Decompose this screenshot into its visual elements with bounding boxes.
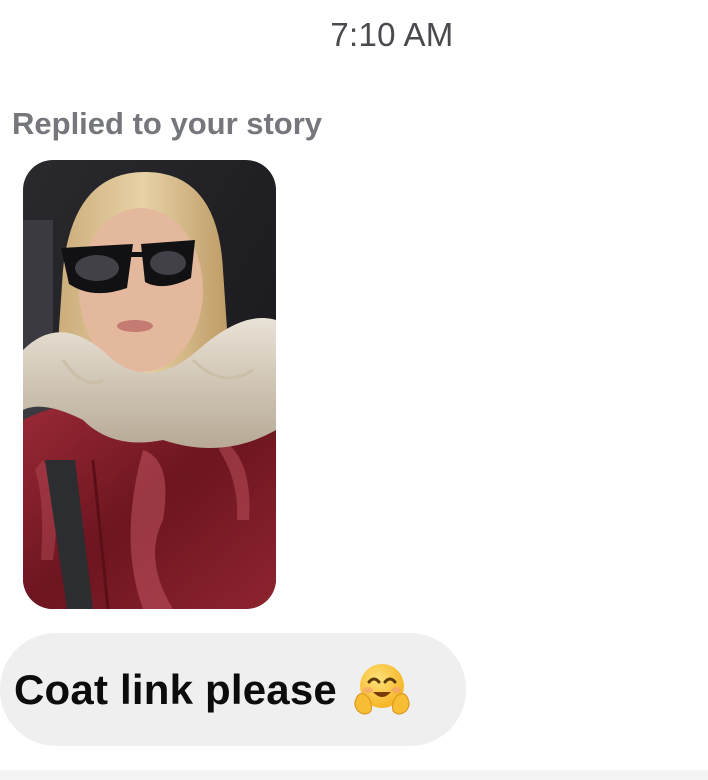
hugging-face-icon [353, 661, 411, 719]
message-bubble[interactable]: Coat link please [0, 633, 466, 746]
story-thumbnail[interactable] [23, 160, 276, 609]
message-timestamp: 7:10 AM [330, 16, 454, 53]
message-text: Coat link please [14, 665, 337, 713]
story-image [23, 160, 276, 609]
bottom-divider [0, 770, 708, 780]
story-reply-label: Replied to your story [12, 106, 323, 141]
